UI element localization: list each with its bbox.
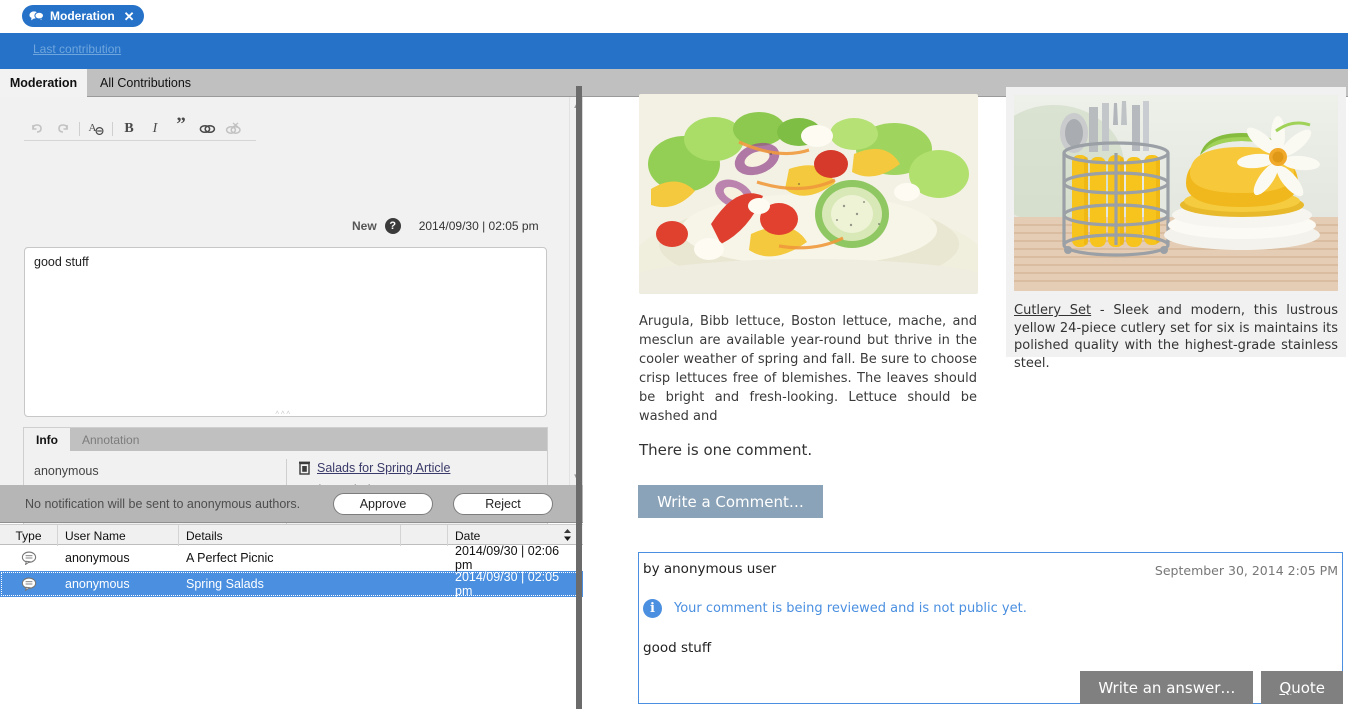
cutlery-set-link[interactable]: Cutlery Set: [1014, 303, 1091, 318]
info-icon: i: [643, 599, 662, 618]
reject-button[interactable]: Reject: [453, 493, 553, 515]
table-header-row: Type User Name Details Date: [0, 524, 583, 546]
comment-body: good stuff: [643, 640, 712, 656]
app-window: Moderation ✕ Last contribution Moderatio…: [0, 0, 1348, 709]
comment-review-notice-text: Your comment is being reviewed and is no…: [674, 601, 1027, 616]
last-contribution-link[interactable]: Last contribution: [33, 42, 121, 56]
tab-annotation[interactable]: Annotation: [70, 428, 151, 451]
column-header-type[interactable]: Type: [0, 525, 58, 546]
close-icon[interactable]: ✕: [124, 10, 135, 23]
moderation-pill-tab[interactable]: Moderation ✕: [22, 5, 144, 27]
info-tab-strip: Info Annotation: [24, 428, 547, 451]
resize-grip[interactable]: ▵▵▵: [275, 407, 297, 414]
tab-all-contributions-label: All Contributions: [100, 76, 192, 90]
help-icon[interactable]: ?: [384, 218, 401, 234]
comment-bubble-icon: [0, 571, 58, 597]
cell-details: Spring Salads: [186, 577, 264, 591]
salad-photo: [639, 94, 978, 294]
table-row[interactable]: anonymous Spring Salads 2014/09/30 | 02:…: [0, 570, 583, 598]
tab-annotation-label: Annotation: [82, 432, 140, 447]
tab-info-label: Info: [36, 432, 58, 447]
toolbar-separator-2: [112, 121, 113, 136]
editor-date: 2014/09/30 | 02:05 pm: [418, 219, 539, 233]
tab-moderation[interactable]: Moderation: [0, 69, 87, 97]
approve-button[interactable]: Approve: [333, 493, 433, 515]
tab-info[interactable]: Info: [24, 428, 70, 451]
quote-button[interactable]: Quote: [1261, 671, 1343, 704]
italic-icon[interactable]: I: [142, 118, 168, 140]
moderation-action-bar: No notification will be sent to anonymou…: [0, 485, 583, 523]
comment-bubble-icon: [0, 545, 58, 571]
article-paragraph: Arugula, Bibb lettuce, Boston lettuce, m…: [639, 314, 977, 424]
comment-review-notice: i Your comment is being reviewed and is …: [643, 599, 1027, 618]
cell-blank: [401, 571, 448, 597]
undo-icon[interactable]: [24, 118, 50, 140]
cell-date: 2014/09/30 | 02:06 pm: [455, 544, 560, 572]
panel-divider[interactable]: [576, 86, 582, 709]
redo-icon[interactable]: [50, 118, 76, 140]
quote-button-label: uote: [1291, 678, 1325, 697]
svg-text:A: A: [88, 122, 96, 134]
write-answer-button[interactable]: Write an answer…: [1080, 671, 1254, 704]
editor-pane: A B I ” New ? 2014/09/30 | 02:05 pm good…: [0, 97, 583, 534]
moderation-left-panel: A B I ” New ? 2014/09/30 | 02:05 pm good…: [0, 97, 583, 709]
comment-author: by anonymous user: [643, 561, 777, 577]
app-header-bar: Last contribution: [0, 33, 1348, 69]
status-badge: New: [352, 219, 377, 233]
remove-format-icon[interactable]: A: [83, 118, 109, 140]
editor-meta-row: New ? 2014/09/30 | 02:05 pm: [352, 218, 539, 234]
product-description: Cutlery Set - Sleek and modern, this lus…: [1014, 302, 1338, 372]
pending-comment-box: by anonymous user September 30, 2014 2:0…: [638, 552, 1343, 704]
comments-icon: [29, 10, 44, 22]
cutlery-set-photo: [1014, 95, 1338, 291]
product-card: Cutlery Set - Sleek and modern, this lus…: [1006, 87, 1346, 371]
comment-date: September 30, 2014 2:05 PM: [1154, 563, 1338, 578]
cell-date: 2014/09/30 | 02:05 pm: [455, 570, 560, 598]
table-row[interactable]: anonymous A Perfect Picnic 2014/09/30 | …: [0, 544, 583, 572]
info-author: anonymous: [34, 464, 99, 478]
bold-icon[interactable]: B: [116, 118, 142, 140]
right-top-grey-strip: [583, 69, 1348, 88]
article-link[interactable]: Salads for Spring Article: [317, 461, 450, 475]
link-icon[interactable]: [194, 118, 220, 140]
notification-note: No notification will be sent to anonymou…: [25, 496, 301, 511]
column-header-date[interactable]: Date: [448, 525, 581, 546]
quote-icon[interactable]: ”: [168, 114, 194, 140]
cell-username: anonymous: [65, 551, 130, 565]
comment-count-text: There is one comment.: [639, 441, 813, 459]
sort-arrows-icon[interactable]: [563, 528, 572, 543]
cell-username: anonymous: [65, 577, 130, 591]
toolbar-separator-1: [79, 121, 80, 136]
unlink-icon[interactable]: [220, 118, 246, 140]
column-header-details[interactable]: Details: [179, 525, 401, 546]
pill-tab-label: Moderation: [50, 9, 115, 23]
article-preview-pane: Cutlery Set - Sleek and modern, this lus…: [584, 87, 1348, 709]
column-header-blank[interactable]: [401, 525, 448, 546]
column-header-username[interactable]: User Name: [58, 525, 179, 546]
contributions-table: Type User Name Details Date anonymous A …: [0, 524, 583, 709]
tab-all-contributions[interactable]: All Contributions: [87, 69, 204, 97]
quote-button-accesskey: Q: [1279, 678, 1292, 697]
document-icon: [299, 461, 310, 475]
tab-moderation-label: Moderation: [9, 76, 78, 90]
cell-blank: [401, 545, 448, 571]
comment-actions: Write an answer… Quote: [1080, 671, 1343, 704]
write-comment-button[interactable]: Write a Comment…: [638, 485, 823, 518]
pill-tab-bar: Moderation ✕: [0, 0, 1348, 32]
cell-details: A Perfect Picnic: [186, 551, 274, 565]
formatting-toolbar: A B I ”: [24, 114, 256, 141]
comment-edit-textarea[interactable]: [24, 247, 547, 417]
